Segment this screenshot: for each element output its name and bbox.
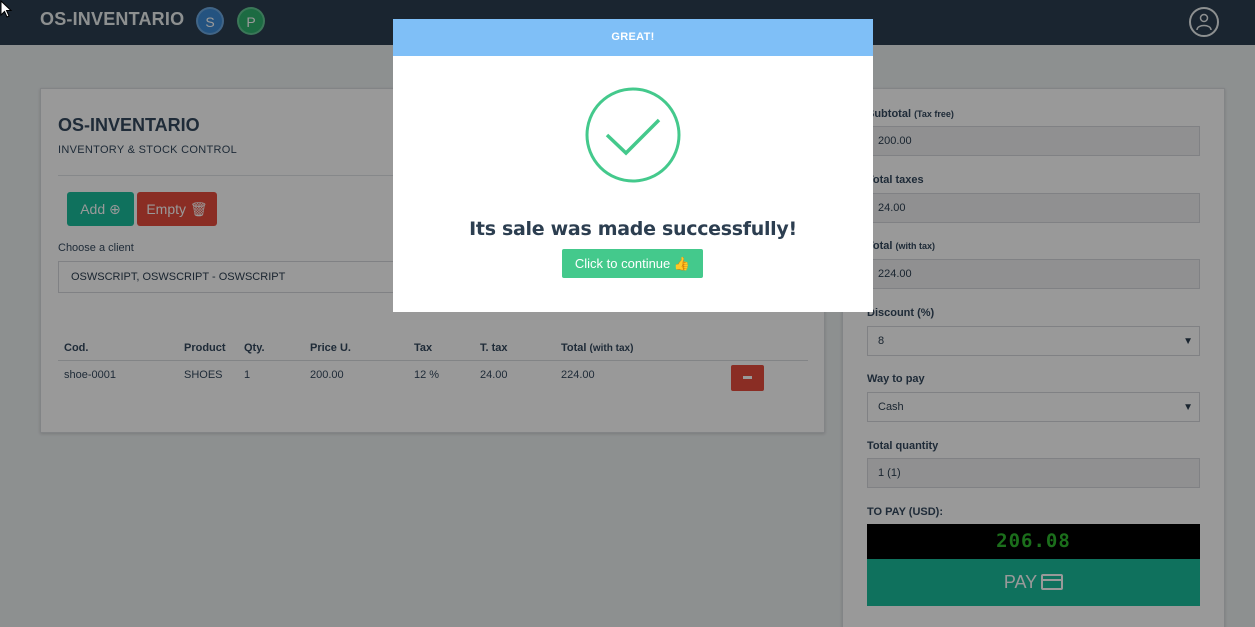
continue-button[interactable]: Click to continue 👍 [562,249,703,278]
dialog-message: Its sale was made successfully! [469,218,797,240]
continue-button-label: Click to continue [574,256,671,271]
mouse-pointer-icon [0,0,13,18]
success-dialog: GREAT! Its sale was made successfully! C… [393,19,873,312]
thumbs-up-icon: 👍 [673,256,691,271]
dialog-header: GREAT! [393,19,873,56]
success-check-icon [585,87,681,183]
